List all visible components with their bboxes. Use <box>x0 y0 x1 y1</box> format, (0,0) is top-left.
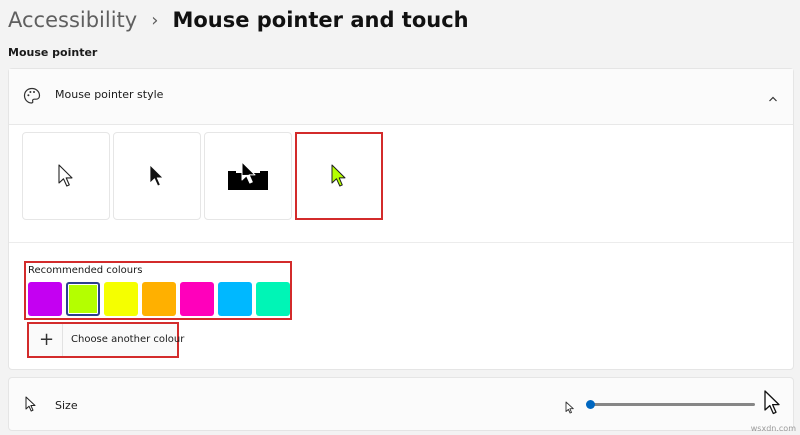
breadcrumb: Accessibility › Mouse pointer and touch <box>8 2 469 38</box>
white-cursor-icon <box>58 164 73 187</box>
palette-icon <box>23 87 41 105</box>
section-label: Mouse pointer <box>8 46 98 59</box>
pointer-style-header[interactable]: Mouse pointer style <box>9 69 793 125</box>
color-swatch-blue[interactable] <box>218 282 252 316</box>
color-swatch-teal[interactable] <box>256 282 290 316</box>
size-label: Size <box>55 399 78 412</box>
chevron-up-icon[interactable] <box>767 90 779 102</box>
recommended-colours-label: Recommended colours <box>28 265 143 276</box>
size-cursor-icon <box>25 396 37 416</box>
small-cursor-icon <box>565 399 575 418</box>
custom-color-cursor-icon <box>331 164 346 187</box>
color-swatch-orange[interactable] <box>142 282 176 316</box>
divider <box>9 242 793 243</box>
color-swatch-pink[interactable] <box>180 282 214 316</box>
plus-icon: + <box>39 329 55 350</box>
watermark: wsxdn.com <box>750 424 796 433</box>
color-swatch-lime[interactable] <box>66 282 100 316</box>
size-slider-thumb[interactable] <box>586 400 595 409</box>
size-card: Size <box>8 377 794 431</box>
pointer-style-inverted[interactable] <box>204 132 292 220</box>
inverted-cursor-icon <box>228 161 268 190</box>
choose-another-colour-label: Choose another colour <box>71 334 185 345</box>
breadcrumb-parent[interactable]: Accessibility <box>8 8 137 32</box>
black-cursor-icon <box>149 164 164 187</box>
large-cursor-icon <box>764 390 782 420</box>
pointer-style-black[interactable] <box>113 132 201 220</box>
pointer-style-white[interactable] <box>22 132 110 220</box>
size-slider-track[interactable] <box>589 403 755 406</box>
breadcrumb-separator: › <box>151 9 159 31</box>
pointer-style-card: Mouse pointer style Recommended colours <box>8 68 794 370</box>
page-title: Mouse pointer and touch <box>172 8 469 32</box>
recommended-colours: Recommended colours <box>24 261 292 320</box>
color-swatch-purple[interactable] <box>28 282 62 316</box>
color-swatch-yellow[interactable] <box>104 282 138 316</box>
choose-another-colour-button[interactable]: + Choose another colour <box>27 322 184 358</box>
pointer-style-custom[interactable] <box>295 132 383 220</box>
pointer-style-title: Mouse pointer style <box>55 88 164 101</box>
button-divider <box>62 324 63 356</box>
